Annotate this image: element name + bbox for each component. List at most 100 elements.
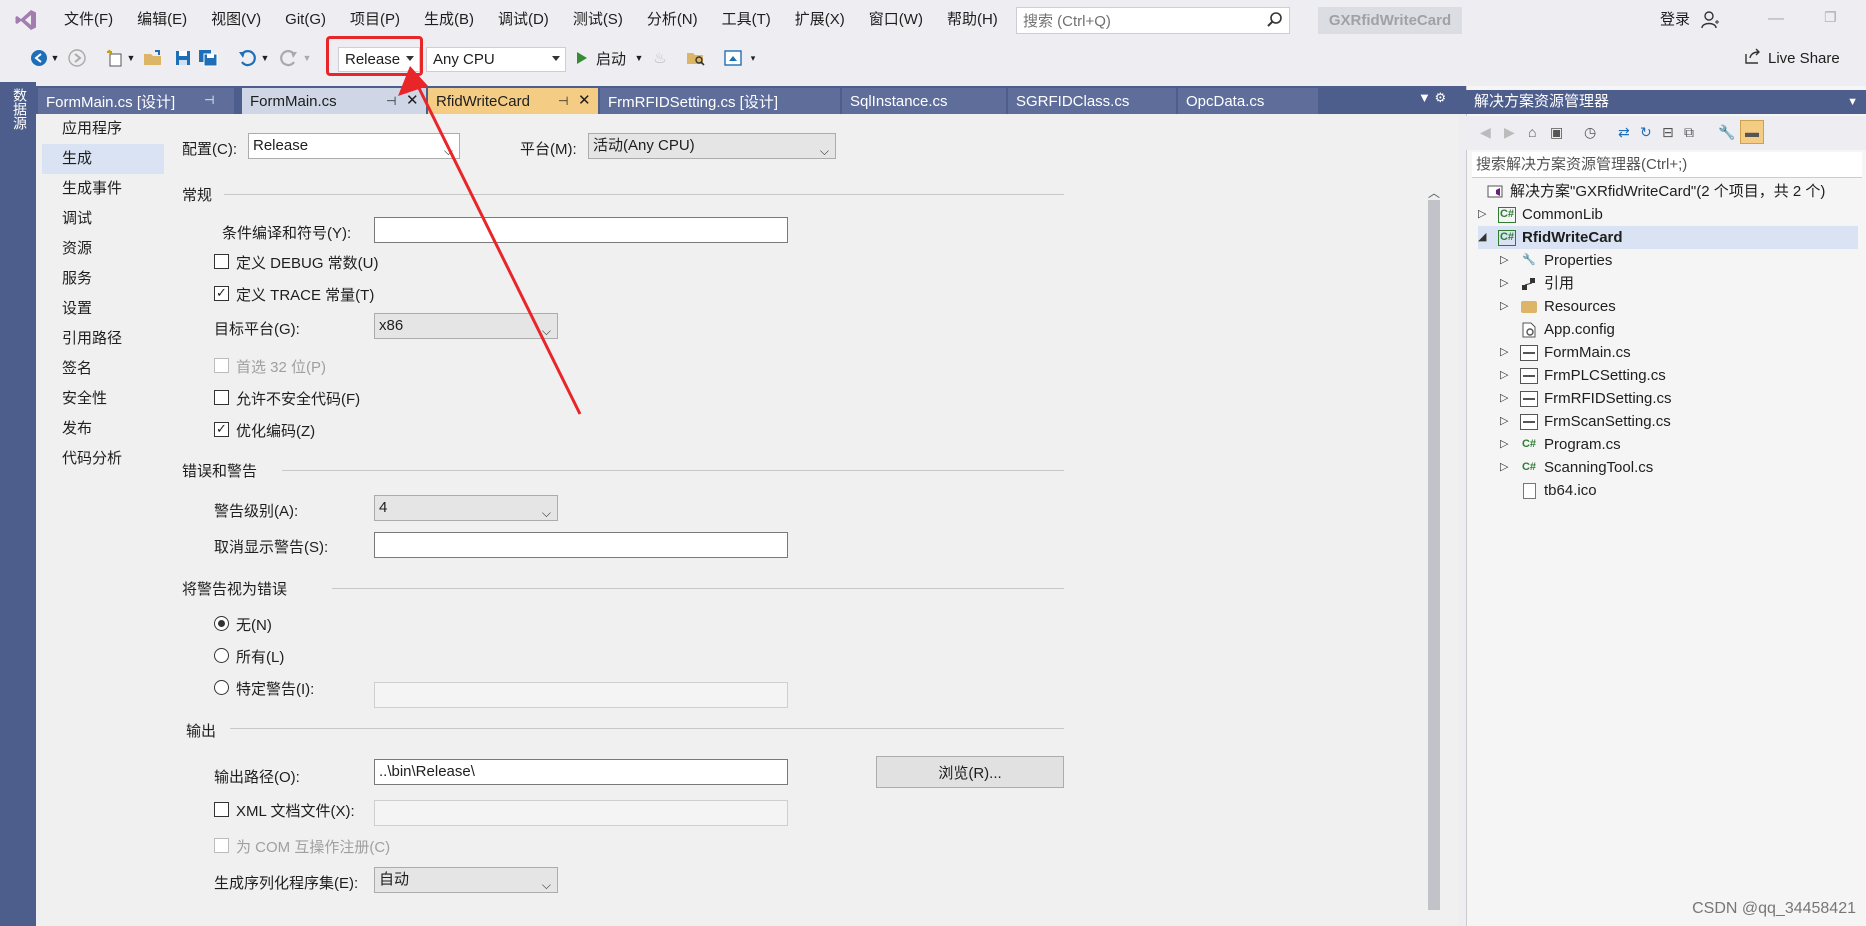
nav-debug[interactable]: 调试 [42,204,164,234]
pending-changes-filter-icon[interactable]: ◷ [1584,124,1596,141]
tree-item-solution[interactable]: 解决方案"GXRfidWriteCard"(2 个项目，共 2 个) [1486,180,1825,203]
redo-icon[interactable] [278,46,300,70]
allow-unsafe-checkbox[interactable] [214,390,229,405]
start-play-icon[interactable] [574,46,590,70]
tree-item-formmain[interactable]: ▷ FormMain.cs [1500,341,1631,364]
global-search-input[interactable]: 搜索 (Ctrl+Q) [1016,7,1290,34]
redo-dropdown-icon[interactable]: ▼ [302,46,312,70]
close-icon[interactable]: ✕ [578,91,591,109]
properties-wrench-icon[interactable]: 🔧 [1718,124,1735,141]
data-sources-tab[interactable]: 数据源 [10,88,30,130]
toolbar-overflow-icon[interactable]: ▾ [748,46,758,70]
pin-icon[interactable]: ⊣ [386,94,396,108]
menu-window[interactable]: 窗口(W) [857,0,935,40]
conditional-symbols-input[interactable] [374,217,788,243]
home-icon[interactable]: ⌂ [1528,124,1536,140]
prefer-32bit-checkbox[interactable] [214,358,229,373]
tree-item-properties[interactable]: ▷ 🔧 Properties [1500,249,1612,272]
expand-arrow-icon[interactable]: ▷ [1500,341,1512,364]
browse-button[interactable]: 浏览(R)... [876,756,1064,788]
serialization-combo[interactable]: 自动 ⌵ [374,867,558,893]
nav-resources[interactable]: 资源 [42,234,164,264]
tab-list-dropdown-icon[interactable]: ▼ ⚙ [1418,90,1446,106]
undo-icon[interactable] [236,46,258,70]
tab-rfidwritecard[interactable]: RfidWriteCard ⊣ ✕ [428,88,598,114]
restore-icon[interactable]: ❐ [1824,9,1837,26]
nav-security[interactable]: 安全性 [42,384,164,414]
menu-build[interactable]: 生成(B) [412,0,486,40]
scroll-up-arrow-icon[interactable]: ︿ [1428,184,1440,201]
menu-tools[interactable]: 工具(T) [710,0,783,40]
new-dropdown-icon[interactable]: ▼ [126,46,136,70]
live-share-button[interactable]: Live Share [1744,47,1840,69]
new-project-icon[interactable] [104,46,126,70]
expand-arrow-icon[interactable]: ▷ [1500,249,1512,272]
platform-combo[interactable]: 活动(Any CPU) ⌵ [588,133,836,159]
scrollbar-thumb[interactable] [1428,200,1440,910]
suppress-warnings-input[interactable] [374,532,788,558]
pin-icon[interactable]: ⊣ [558,94,568,108]
save-all-icon[interactable] [196,46,220,70]
expand-arrow-icon[interactable]: ▷ [1500,433,1512,456]
minimize-icon[interactable]: — [1768,10,1784,28]
expand-arrow-icon[interactable]: ▷ [1500,387,1512,410]
menu-file[interactable]: 文件(F) [52,0,125,40]
menu-test[interactable]: 测试(S) [561,0,635,40]
forward-icon[interactable]: ▶ [1504,124,1515,141]
define-trace-checkbox[interactable]: ✓ [214,286,229,301]
nav-settings[interactable]: 设置 [42,294,164,324]
pin-icon[interactable]: ⊣ [204,93,214,107]
xml-doc-path-input[interactable] [374,800,788,826]
specific-warnings-input[interactable] [374,682,788,708]
expand-arrow-icon[interactable]: ▷ [1500,456,1512,479]
treat-specific-radio[interactable] [214,680,229,695]
panel-menu-dropdown-icon[interactable]: ▼ [1847,90,1858,114]
solution-platform-dropdown[interactable]: Any CPU [426,47,566,72]
expand-arrow-icon[interactable]: ▷ [1478,203,1490,226]
hot-reload-icon[interactable]: ♨ [650,46,670,70]
navigate-back-icon[interactable] [28,46,50,70]
close-icon[interactable]: ✕ [406,91,419,109]
switch-views-icon[interactable]: ▣ [1550,124,1563,141]
tree-item-references[interactable]: ▷ 引用 [1500,272,1574,295]
menu-edit[interactable]: 编辑(E) [125,0,199,40]
configuration-combo[interactable]: Release ⌵ [248,133,460,159]
expand-arrow-icon[interactable]: ▷ [1500,410,1512,433]
menu-debug[interactable]: 调试(D) [486,0,561,40]
tree-item-frmscansetting[interactable]: ▷ FrmScanSetting.cs [1500,410,1671,433]
tree-item-program[interactable]: ▷ C# Program.cs [1500,433,1621,456]
tree-item-scanningtool[interactable]: ▷ C# ScanningTool.cs [1500,456,1653,479]
start-debugging-button[interactable]: 启动 [596,46,626,70]
treat-all-radio[interactable] [214,648,229,663]
back-icon[interactable]: ◀ [1480,124,1491,141]
tree-item-frmplcsetting[interactable]: ▷ FrmPLCSetting.cs [1500,364,1666,387]
menu-git[interactable]: Git(G) [273,0,338,40]
menu-project[interactable]: 项目(P) [338,0,412,40]
output-path-input[interactable]: ..\bin\Release\ [374,759,788,785]
menu-view[interactable]: 视图(V) [199,0,273,40]
collapse-arrow-icon[interactable]: ◢ [1478,226,1490,249]
menu-extensions[interactable]: 扩展(X) [783,0,857,40]
optimize-code-checkbox[interactable]: ✓ [214,422,229,437]
show-all-files-icon[interactable]: ⧉ [1684,124,1694,141]
tab-formmain-code[interactable]: FormMain.cs ⊣ ✕ [242,88,426,114]
user-icon[interactable] [1700,10,1720,34]
nav-build[interactable]: 生成 [42,144,164,174]
warning-level-combo[interactable]: 4 ⌵ [374,495,558,521]
refresh-icon[interactable]: ↻ [1640,124,1652,141]
treat-none-radio[interactable] [214,616,229,631]
sync-icon[interactable]: ⇄ [1618,124,1630,141]
menu-help[interactable]: 帮助(H) [935,0,1010,40]
com-interop-checkbox[interactable] [214,838,229,853]
tree-item-tb64-ico[interactable]: tb64.ico [1520,479,1597,502]
back-dropdown-icon[interactable]: ▼ [50,46,60,70]
login-link[interactable]: 登录 [1660,0,1690,40]
tree-item-app-config[interactable]: App.config [1520,318,1615,341]
nav-services[interactable]: 服务 [42,264,164,294]
open-file-icon[interactable] [142,46,164,70]
tree-item-frmrfidsetting[interactable]: ▷ FrmRFIDSetting.cs [1500,387,1672,410]
save-icon[interactable] [172,46,194,70]
expand-arrow-icon[interactable]: ▷ [1500,364,1512,387]
nav-publish[interactable]: 发布 [42,414,164,444]
define-debug-checkbox[interactable] [214,254,229,269]
